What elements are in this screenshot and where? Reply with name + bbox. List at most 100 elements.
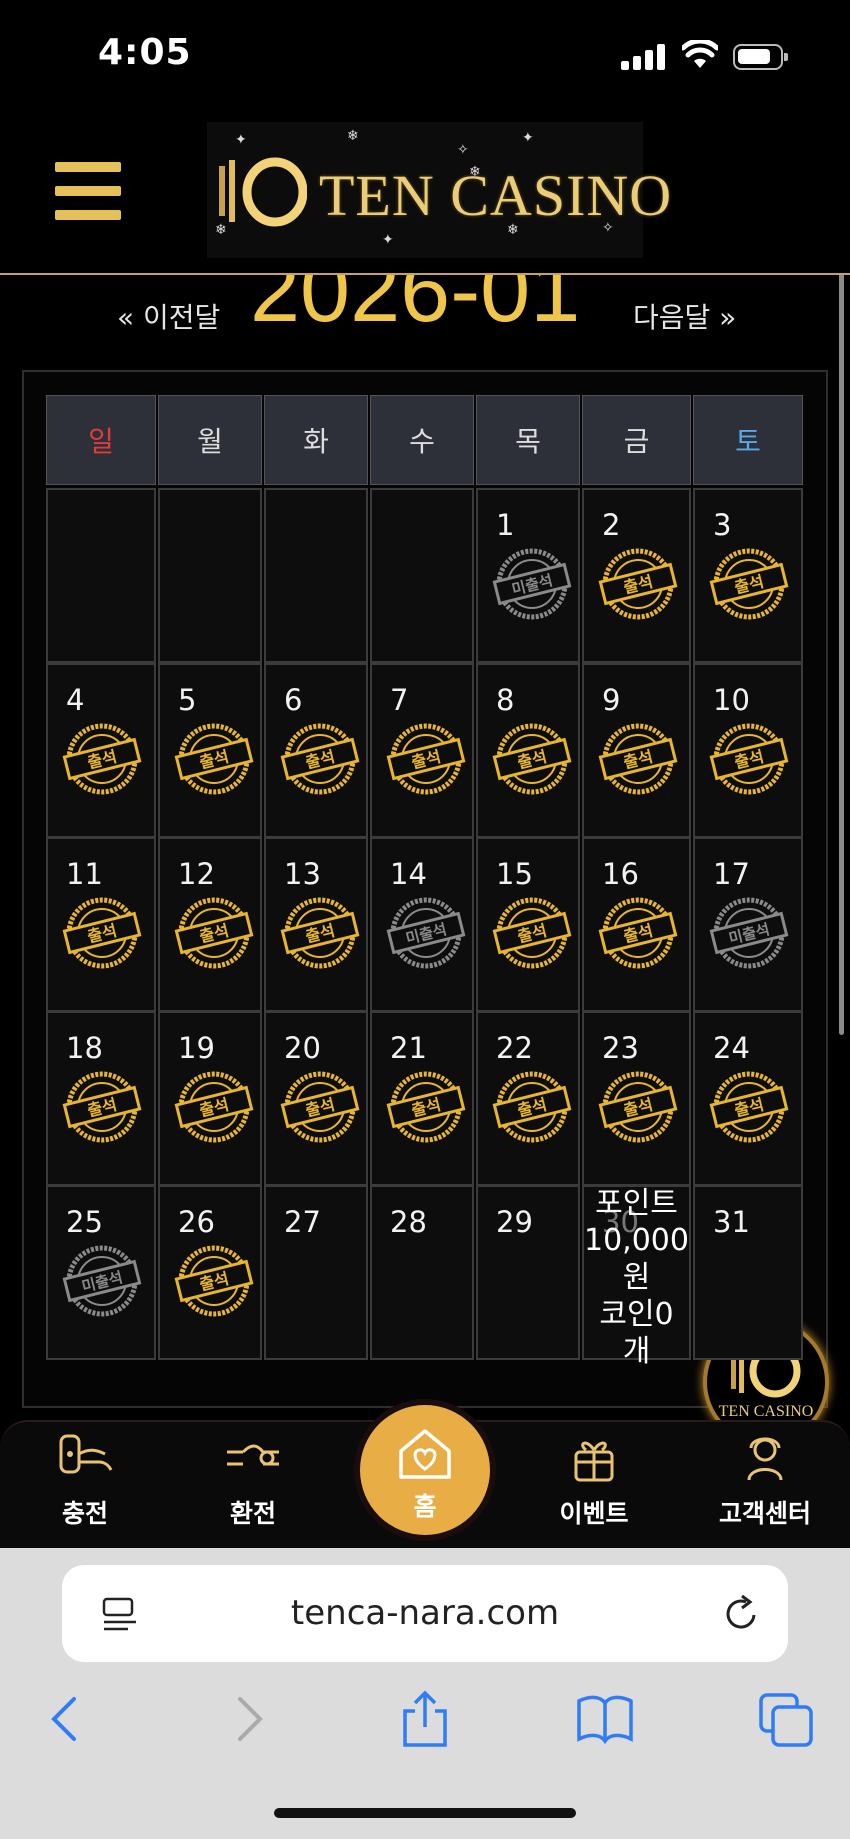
status-time: 4:05 [98,32,192,73]
calendar-day-cell[interactable]: 22 출석 [476,1011,580,1186]
share-icon[interactable] [395,1689,455,1749]
day-number: 7 [390,683,409,717]
attended-stamp-icon: 출석 [174,1245,254,1317]
bookmarks-icon[interactable] [575,1689,635,1749]
scroll-indicator[interactable] [839,265,844,1035]
day-number: 16 [602,857,639,891]
next-month-link[interactable]: 다음달 » [633,296,736,336]
nav-event-label: 이벤트 [559,1499,629,1528]
calendar-day-cell[interactable]: 28 [370,1185,474,1360]
forward-icon[interactable] [218,1689,278,1749]
home-heart-icon [399,1429,451,1479]
browser-toolbar: tenca-nara.com [0,1548,850,1839]
weekday-header: 일 [46,395,156,485]
day-number: 29 [496,1205,533,1239]
attended-stamp-icon: 출석 [492,1071,572,1143]
day-number: 17 [713,857,750,891]
site-logo[interactable]: ✦ ❄ ✧ ❄ ✦ ❄ ✧ ✦ ❄ TEN CASINO [207,122,671,258]
reward-tooltip-line: 코인0 [599,1297,674,1332]
calendar-day-cell[interactable]: 23 출석 [582,1011,691,1186]
menu-icon[interactable] [55,162,121,220]
day-number: 8 [496,683,515,717]
day-number: 6 [284,683,303,717]
nav-charge[interactable]: 충전 [20,1422,150,1552]
attended-stamp-icon: 출석 [386,1071,466,1143]
address-bar[interactable]: tenca-nara.com [62,1565,788,1662]
attended-stamp-icon: 출석 [280,1071,360,1143]
calendar-day-cell[interactable]: 4 출석 [46,663,156,838]
calendar-day-cell[interactable]: 11 출석 [46,837,156,1012]
nav-support[interactable]: 고객센터 [700,1422,830,1552]
floating-logo-text: TEN CASINO [718,1403,814,1420]
calendar-day-cell[interactable]: 25 미출석 [46,1185,156,1360]
calendar-empty-cell [370,488,474,663]
back-icon[interactable] [36,1689,96,1749]
calendar-day-cell[interactable]: 1 미출석 [476,488,580,663]
calendar-day-cell[interactable]: 29 [476,1185,580,1360]
day-number: 24 [713,1031,750,1065]
day-number: 18 [66,1031,103,1065]
attended-stamp-icon: 출석 [598,1071,678,1143]
calendar-day-cell[interactable]: 19 출석 [158,1011,262,1186]
calendar-day-cell[interactable]: 14 미출석 [370,837,474,1012]
calendar-day-cell[interactable]: 27 [264,1185,368,1360]
calendar-day-cell[interactable]: 2 출석 [582,488,691,663]
exchange-icon [227,1444,279,1466]
calendar-day-cell[interactable]: 26 출석 [158,1185,262,1360]
absent-stamp-icon: 미출석 [386,897,466,969]
nav-home-button[interactable]: 홈 [360,1405,490,1535]
weekday-header: 월 [158,395,262,485]
attended-stamp-icon: 출석 [280,897,360,969]
attended-stamp-icon: 출석 [386,723,466,795]
calendar-day-cell[interactable]: 12 출석 [158,837,262,1012]
calendar-day-cell[interactable]: 5 출석 [158,663,262,838]
calendar-day-cell[interactable]: 15 출석 [476,837,580,1012]
day-number: 2 [602,508,621,542]
nav-exchange[interactable]: 환전 [188,1422,318,1552]
attended-stamp-icon: 출석 [280,723,360,795]
wifi-icon [682,40,718,68]
gift-icon [574,1441,614,1482]
day-number: 14 [390,857,427,891]
attended-stamp-icon: 출석 [174,897,254,969]
day-number: 19 [178,1031,215,1065]
absent-stamp-icon: 미출석 [62,1245,142,1317]
attended-stamp-icon: 출석 [62,1071,142,1143]
day-number: 27 [284,1205,321,1239]
calendar-day-cell[interactable]: 3 출석 [693,488,803,663]
calendar-day-cell[interactable]: 13 출석 [264,837,368,1012]
calendar-day-cell[interactable]: 16 출석 [582,837,691,1012]
attended-stamp-icon: 출석 [174,723,254,795]
logo-text: TEN CASINO [319,163,673,228]
day-number: 21 [390,1031,427,1065]
calendar-day-cell[interactable]: 20 출석 [264,1011,368,1186]
reload-icon[interactable] [722,1593,762,1635]
day-number: 12 [178,857,215,891]
calendar-day-cell[interactable]: 8 출석 [476,663,580,838]
nav-event[interactable]: 이벤트 [529,1422,659,1552]
day-number: 25 [66,1205,103,1239]
calendar-day-cell[interactable]: 6 출석 [264,663,368,838]
calendar-day-cell[interactable]: 30 포인트 10,000 원 코인0 개 [582,1185,691,1369]
calendar-day-cell[interactable]: 21 출석 [370,1011,474,1186]
day-number: 9 [602,683,621,717]
calendar-day-cell[interactable]: 18 출석 [46,1011,156,1186]
calendar-day-cell[interactable]: 31 [693,1185,803,1360]
day-number: 13 [284,857,321,891]
nav-home-label: 홈 [413,1492,437,1521]
calendar-day-cell[interactable]: 24 출석 [693,1011,803,1186]
prev-month-link[interactable]: « 이전달 [117,296,220,336]
day-number: 15 [496,857,533,891]
day-number: 1 [496,508,515,542]
site-header: ✦ ❄ ✧ ❄ ✦ ❄ ✧ ✦ ❄ TEN CASINO [0,110,850,275]
day-number: 28 [390,1205,427,1239]
calendar-day-cell[interactable]: 9 출석 [582,663,691,838]
calendar-day-cell[interactable]: 10 출석 [693,663,803,838]
calendar-day-cell[interactable]: 17 미출석 [693,837,803,1012]
attended-stamp-icon: 출석 [62,723,142,795]
weekday-header: 목 [476,395,580,485]
calendar-day-cell[interactable]: 7 출석 [370,663,474,838]
attended-stamp-icon: 출석 [492,897,572,969]
url-text: tenca-nara.com [290,1593,560,1633]
tabs-icon[interactable] [757,1689,817,1749]
